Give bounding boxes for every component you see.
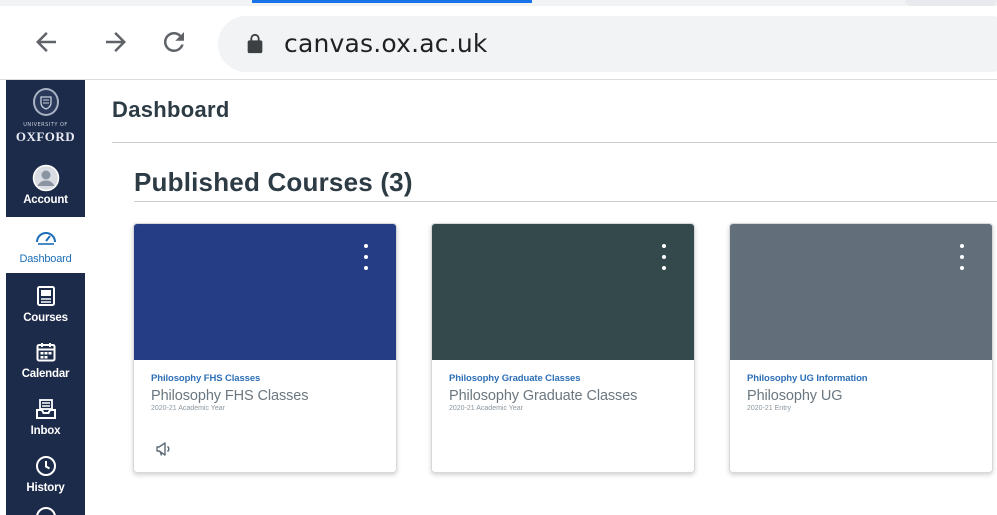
arrow-forward-icon xyxy=(106,32,126,52)
logo-title: OXFORD xyxy=(15,129,76,144)
course-term: 2020-21 Academic Year xyxy=(151,405,225,412)
courses-icon xyxy=(32,282,60,310)
nav-item-dashboard[interactable]: Dashboard xyxy=(6,217,85,273)
published-courses-heading: Published Courses (3) xyxy=(134,167,413,197)
nav-item-courses[interactable]: Courses xyxy=(6,276,85,332)
course-name[interactable]: Philosophy UG xyxy=(747,388,982,404)
oxford-logo[interactable]: UNIVERSITY OF OXFORD xyxy=(6,80,85,158)
course-card[interactable]: Philosophy FHS Classes Philosophy FHS Cl… xyxy=(133,223,397,473)
course-card-info: Philosophy FHS Classes Philosophy FHS Cl… xyxy=(151,373,386,412)
forward-button[interactable] xyxy=(94,20,138,64)
nav-label-history: History xyxy=(26,482,65,494)
reload-icon xyxy=(163,31,184,52)
nav-label-dashboard: Dashboard xyxy=(19,253,72,265)
nav-item-inbox[interactable]: Inbox xyxy=(6,389,85,445)
browser-toolbar: canvas.ox.ac.uk xyxy=(0,6,997,80)
card-options-icon[interactable] xyxy=(358,244,374,270)
course-card[interactable]: Philosophy Graduate Classes Philosophy G… xyxy=(431,223,695,473)
dashboard-icon xyxy=(32,223,60,251)
nav-label-courses: Courses xyxy=(23,312,68,324)
course-card-hero[interactable] xyxy=(730,224,992,360)
announcement-icon[interactable] xyxy=(154,439,174,459)
account-icon xyxy=(32,164,60,192)
nav-item-calendar[interactable]: Calendar xyxy=(6,332,85,388)
course-short-name[interactable]: Philosophy UG Information xyxy=(747,373,982,384)
back-button[interactable] xyxy=(24,20,68,64)
course-name[interactable]: Philosophy FHS Classes xyxy=(151,388,386,404)
address-url[interactable]: canvas.ox.ac.uk xyxy=(284,29,488,58)
dashboard-main: Dashboard Published Courses (3) Philosop… xyxy=(85,80,997,515)
page-title: Dashboard xyxy=(112,97,230,122)
nav-label-account: Account xyxy=(23,194,68,206)
lock-icon xyxy=(247,33,263,54)
help-icon xyxy=(32,506,60,515)
card-options-icon[interactable] xyxy=(656,244,672,270)
course-card-info: Philosophy Graduate Classes Philosophy G… xyxy=(449,373,684,412)
inbox-icon xyxy=(32,395,60,423)
nav-item-history[interactable]: History xyxy=(6,446,85,502)
card-options-icon[interactable] xyxy=(954,244,970,270)
nav-item-account[interactable]: Account xyxy=(6,158,85,214)
course-card-info: Philosophy UG Information Philosophy UG … xyxy=(747,373,982,412)
course-short-name[interactable]: Philosophy Graduate Classes xyxy=(449,373,684,384)
calendar-icon xyxy=(32,338,60,366)
nav-label-calendar: Calendar xyxy=(21,368,70,380)
tab-link-underline xyxy=(252,0,532,3)
arrow-back-icon xyxy=(36,32,56,52)
history-icon xyxy=(32,452,60,480)
course-term: 2020-21 Academic Year xyxy=(449,405,523,412)
global-navigation: UNIVERSITY OF OXFORD Account Dashboard C… xyxy=(6,80,85,515)
nav-label-inbox: Inbox xyxy=(30,425,61,437)
reload-button[interactable] xyxy=(152,20,196,64)
nav-item-help[interactable] xyxy=(6,500,85,515)
course-card-hero[interactable] xyxy=(134,224,396,360)
section-divider xyxy=(134,201,997,202)
course-short-name[interactable]: Philosophy FHS Classes xyxy=(151,373,386,384)
crest-icon xyxy=(32,88,59,116)
logo-subtitle: UNIVERSITY OF xyxy=(23,122,68,128)
course-card-hero[interactable] xyxy=(432,224,694,360)
course-card[interactable]: Philosophy UG Information Philosophy UG … xyxy=(729,223,993,473)
course-term: 2020-21 Entry xyxy=(747,405,791,412)
address-bar[interactable]: canvas.ox.ac.uk xyxy=(218,16,997,72)
header-divider xyxy=(112,142,997,143)
course-name[interactable]: Philosophy Graduate Classes xyxy=(449,388,684,404)
